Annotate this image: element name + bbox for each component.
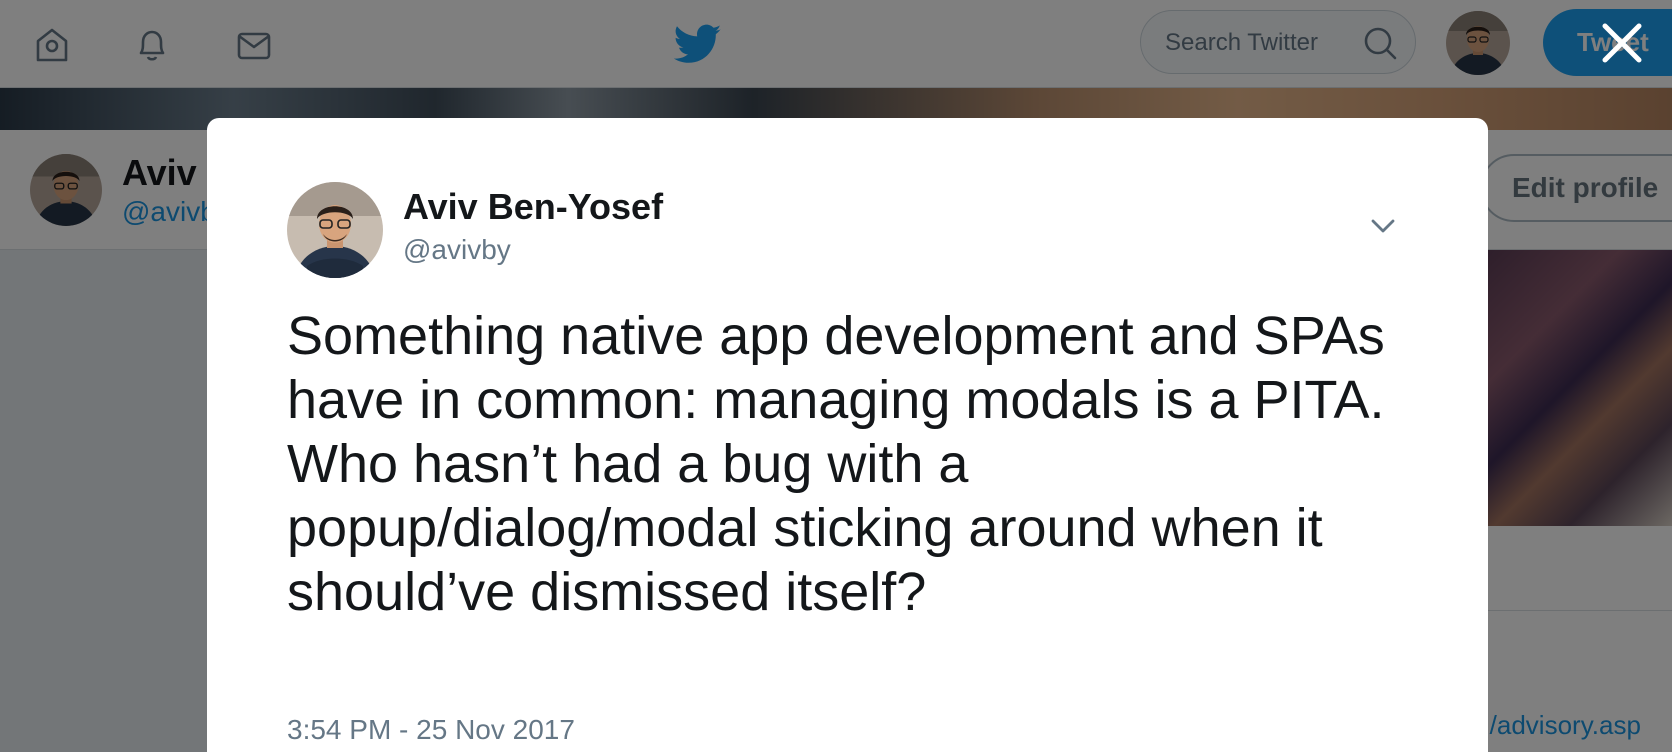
tweet-text: Something native app development and SPA…	[287, 306, 1385, 622]
chevron-down-icon[interactable]	[1367, 210, 1399, 242]
author-handle[interactable]: @avivby	[403, 234, 511, 266]
tweet-modal: Aviv Ben-Yosef @avivby Something native …	[207, 118, 1488, 752]
tweet-timestamp[interactable]: 3:54 PM - 25 Nov 2017	[287, 714, 575, 746]
author-name[interactable]: Aviv Ben-Yosef	[403, 186, 663, 228]
close-icon[interactable]	[1595, 16, 1649, 70]
author-avatar[interactable]	[287, 182, 383, 278]
